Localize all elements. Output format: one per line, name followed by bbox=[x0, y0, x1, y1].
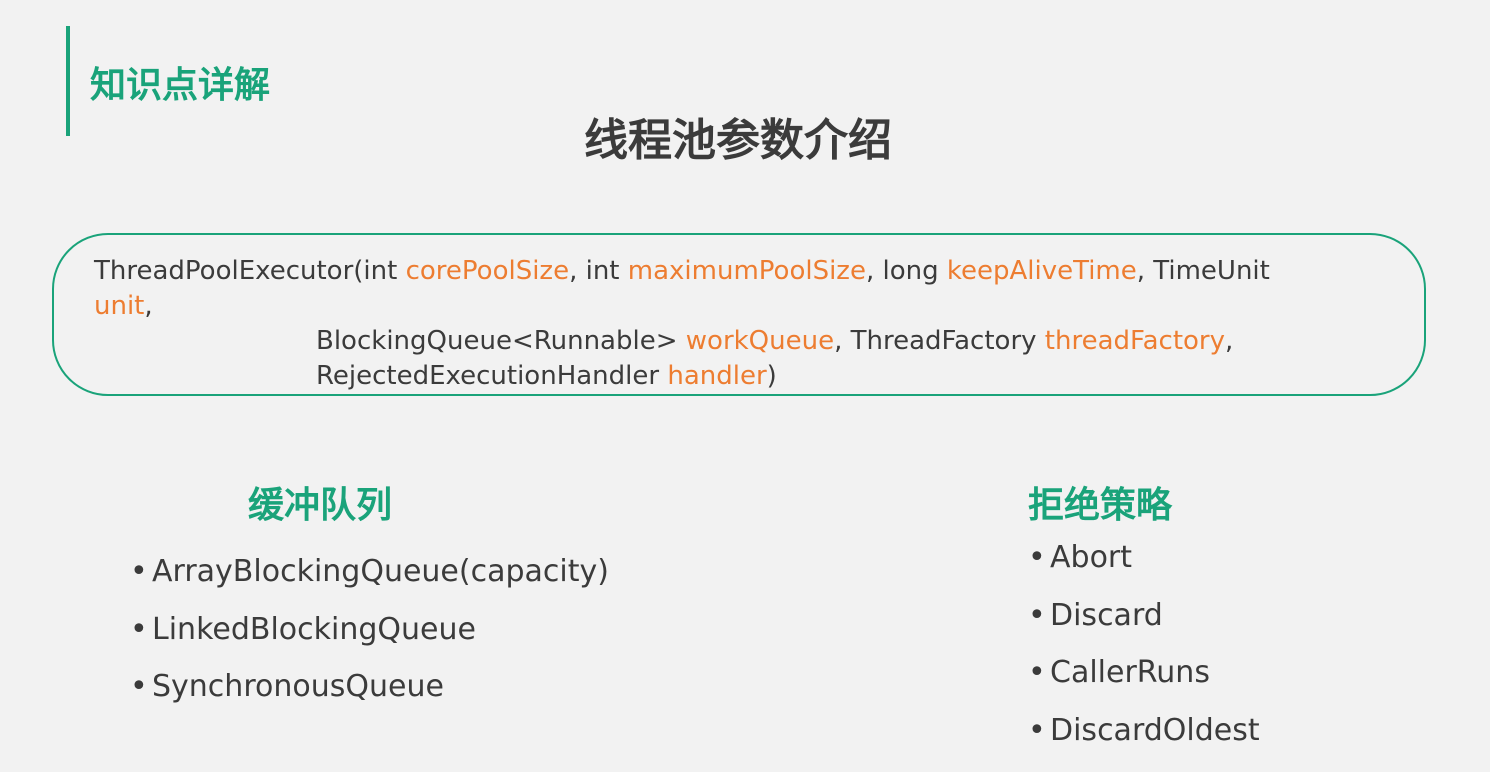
reject-policy-label: DiscardOldest bbox=[1050, 712, 1260, 748]
queue-item-label: ArrayBlockingQueue(capacity) bbox=[152, 554, 609, 589]
bullet-icon: • bbox=[130, 669, 148, 704]
queue-item: • ArrayBlockingQueue(capacity) bbox=[130, 552, 609, 610]
queue-list: • ArrayBlockingQueue(capacity) • LinkedBlo… bbox=[130, 552, 609, 725]
param-handler: handler bbox=[667, 361, 767, 391]
page-title: 线程池参数介绍 bbox=[584, 115, 892, 166]
queue-item: • LinkedBlockingQueue bbox=[130, 610, 609, 668]
reject-policy-list: • Abort • Discard • CallerRuns • DiscardOlde… bbox=[1028, 538, 1260, 768]
bullet-icon: • bbox=[130, 554, 148, 589]
signature-line-1: ThreadPoolExecutor(int corePoolSize, int… bbox=[94, 254, 1270, 289]
signature-text: , bbox=[1225, 326, 1234, 356]
reject-policy-item: • Discard bbox=[1028, 596, 1260, 654]
reject-policy-item: • DiscardOldest bbox=[1028, 711, 1260, 769]
queue-item-label: LinkedBlockingQueue bbox=[152, 611, 476, 647]
constructor-signature-box: ThreadPoolExecutor(int corePoolSize, int… bbox=[52, 233, 1426, 396]
queue-item: • SynchronousQueue bbox=[130, 667, 609, 725]
param-core-pool-size: corePoolSize bbox=[405, 256, 570, 286]
bullet-icon: • bbox=[1028, 597, 1046, 633]
signature-text: BlockingQueue<Runnable> bbox=[316, 326, 686, 356]
param-unit: unit bbox=[94, 291, 145, 321]
signature-text: ThreadPoolExecutor(int bbox=[94, 256, 406, 286]
reject-policy-label: Abort bbox=[1050, 540, 1133, 575]
reject-policies-heading: 拒绝策略 bbox=[1028, 485, 1173, 526]
queues-heading: 缓冲队列 bbox=[248, 485, 393, 526]
bullet-icon: • bbox=[1028, 655, 1046, 690]
reject-policy-label: CallerRuns bbox=[1050, 655, 1210, 690]
reject-policy-item: • CallerRuns bbox=[1028, 653, 1260, 711]
signature-text: , int bbox=[569, 256, 628, 286]
signature-text: ) bbox=[766, 361, 777, 391]
signature-text: , TimeUnit bbox=[1136, 256, 1270, 286]
param-maximum-pool-size: maximumPoolSize bbox=[627, 256, 866, 286]
bullet-icon: • bbox=[1028, 540, 1046, 575]
signature-text: , long bbox=[865, 256, 947, 286]
signature-line-4: RejectedExecutionHandler handler) bbox=[316, 359, 777, 394]
signature-line-2: unit, bbox=[94, 289, 153, 324]
section-label: 知识点详解 bbox=[90, 65, 271, 106]
param-work-queue: workQueue bbox=[685, 326, 835, 356]
reject-policy-label: Discard bbox=[1050, 597, 1163, 633]
signature-text: RejectedExecutionHandler bbox=[316, 361, 668, 391]
param-keep-alive-time: keepAliveTime bbox=[946, 256, 1137, 286]
bullet-icon: • bbox=[130, 611, 148, 647]
reject-policy-item: • Abort bbox=[1028, 538, 1260, 596]
signature-text: , ThreadFactory bbox=[834, 326, 1045, 356]
signature-line-3: BlockingQueue<Runnable> workQueue, Threa… bbox=[316, 324, 1233, 359]
signature-text: , bbox=[144, 291, 153, 321]
param-thread-factory: threadFactory bbox=[1044, 326, 1225, 356]
bullet-icon: • bbox=[1028, 712, 1046, 748]
queue-item-label: SynchronousQueue bbox=[152, 669, 444, 704]
